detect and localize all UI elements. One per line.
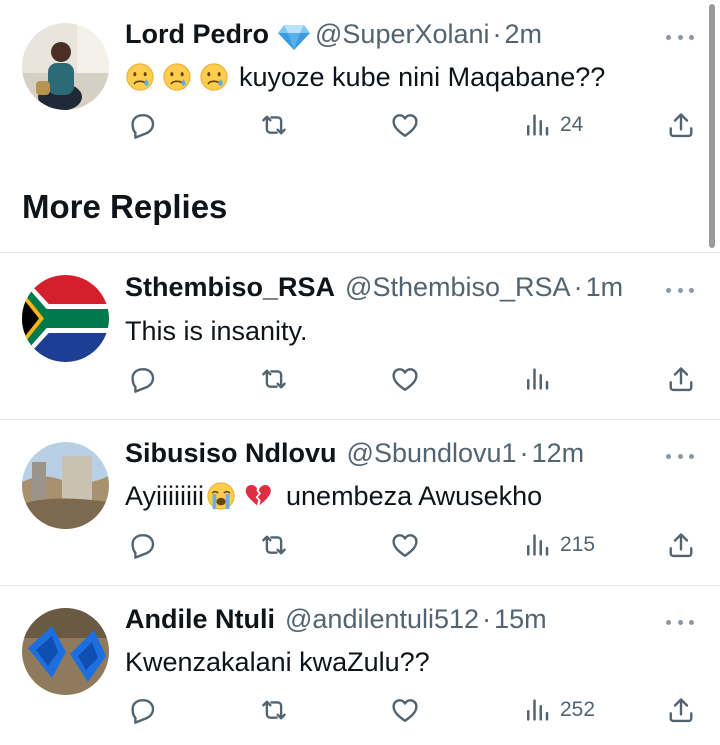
action-bar: 252	[0, 690, 720, 730]
user-handle[interactable]: @andilentuli512	[285, 604, 479, 635]
tweet-text: kuyoze kube nini Maqabane??	[125, 59, 605, 95]
user-handle[interactable]: @SuperXolani	[315, 19, 490, 50]
heart-icon	[390, 364, 420, 394]
like-button[interactable]	[390, 359, 420, 399]
avatar[interactable]	[22, 608, 109, 695]
user-handle[interactable]: @Sbundlovu1	[347, 438, 517, 469]
retweet-button[interactable]	[259, 105, 289, 145]
tweet-header: Andile Ntuli @andilentuli512 · 15m	[125, 604, 547, 640]
more-options-icon[interactable]	[666, 33, 694, 41]
crying-face-emoji	[199, 62, 229, 92]
retweet-icon	[259, 530, 289, 560]
views-button[interactable]: 252	[522, 690, 595, 730]
reply-tweet[interactable]: Andile Ntuli @andilentuli512 · 15m Kwenz…	[0, 586, 720, 745]
reply-button[interactable]	[127, 525, 157, 565]
tweet-header: Lord Pedro @SuperXolani · 2m	[125, 19, 542, 55]
heart-icon	[390, 110, 420, 140]
share-icon	[666, 110, 696, 140]
like-button[interactable]	[390, 525, 420, 565]
display-name[interactable]: Sthembiso_RSA	[125, 272, 335, 303]
avatar[interactable]	[22, 23, 109, 110]
separator-dot: ·	[573, 272, 583, 302]
timestamp[interactable]: 15m	[494, 604, 547, 635]
reply-icon	[127, 530, 157, 560]
views-icon	[522, 110, 552, 140]
reply-icon	[127, 364, 157, 394]
like-button[interactable]	[390, 105, 420, 145]
like-button[interactable]	[390, 690, 420, 730]
separator-dot: ·	[482, 604, 492, 634]
share-icon	[666, 364, 696, 394]
tweet-text: This is insanity.	[125, 313, 308, 349]
broken-heart-emoji	[243, 481, 273, 511]
reply-tweet[interactable]: Lord Pedro @SuperXolani · 2m kuyoze kube…	[0, 0, 720, 170]
share-icon	[666, 530, 696, 560]
reply-tweet[interactable]: Sthembiso_RSA @Sthembiso_RSA · 1m This i…	[0, 253, 720, 419]
crying-face-emoji	[125, 62, 155, 92]
views-button[interactable]: 24	[522, 105, 583, 145]
retweet-button[interactable]	[259, 525, 289, 565]
timestamp[interactable]: 2m	[505, 19, 543, 50]
retweet-icon	[259, 364, 289, 394]
crying-face-emoji	[162, 62, 192, 92]
reply-button[interactable]	[127, 105, 157, 145]
tweet-header: Sthembiso_RSA @Sthembiso_RSA · 1m	[125, 272, 623, 308]
heart-icon	[390, 695, 420, 725]
views-count: 24	[560, 113, 584, 136]
tweet-prefix: Ayiiiiiiii	[125, 480, 205, 511]
avatar[interactable]	[22, 275, 109, 362]
action-bar: 24	[0, 105, 720, 145]
separator-dot: ·	[492, 19, 502, 49]
views-count: 215	[560, 533, 596, 556]
tweet-body: kuyoze kube nini Maqabane??	[239, 61, 606, 92]
gem-icon	[277, 23, 311, 51]
retweet-button[interactable]	[259, 690, 289, 730]
more-options-icon[interactable]	[666, 286, 694, 294]
reply-button[interactable]	[127, 359, 157, 399]
views-icon	[522, 364, 552, 394]
tweet-header: Sibusiso Ndlovu @Sbundlovu1 · 12m	[125, 438, 584, 474]
retweet-icon	[259, 110, 289, 140]
tweet-body: unembeza Awusekho	[286, 480, 543, 511]
reply-icon	[127, 110, 157, 140]
views-button[interactable]	[522, 359, 560, 399]
reply-tweet[interactable]: Sibusiso Ndlovu @Sbundlovu1 · 12m Ayiiii…	[0, 420, 720, 586]
share-button[interactable]	[666, 359, 696, 399]
reply-button[interactable]	[127, 690, 157, 730]
share-button[interactable]	[666, 690, 696, 730]
retweet-icon	[259, 695, 289, 725]
loudly-crying-face-emoji	[206, 481, 236, 511]
retweet-button[interactable]	[259, 359, 289, 399]
section-title: More Replies	[22, 188, 228, 225]
share-button[interactable]	[666, 525, 696, 565]
tweet-text: Ayiiiiiiii unembeza Awusekho	[125, 478, 542, 514]
views-icon	[522, 695, 552, 725]
display-name[interactable]: Andile Ntuli	[125, 604, 275, 635]
tweet-body: This is insanity.	[125, 315, 308, 346]
heart-icon	[390, 530, 420, 560]
display-name[interactable]: Sibusiso Ndlovu	[125, 438, 337, 469]
reply-icon	[127, 695, 157, 725]
timestamp[interactable]: 12m	[532, 438, 585, 469]
action-bar: 215	[0, 525, 720, 565]
views-icon	[522, 530, 552, 560]
views-count: 252	[560, 698, 596, 721]
user-handle[interactable]: @Sthembiso_RSA	[345, 272, 571, 303]
more-options-icon[interactable]	[666, 452, 694, 460]
share-button[interactable]	[666, 105, 696, 145]
more-options-icon[interactable]	[666, 618, 694, 626]
avatar[interactable]	[22, 442, 109, 529]
share-icon	[666, 695, 696, 725]
views-button[interactable]: 215	[522, 525, 595, 565]
action-bar	[0, 359, 720, 399]
tweet-body: Kwenzakalani kwaZulu??	[125, 646, 430, 677]
display-name[interactable]: Lord Pedro	[125, 19, 269, 50]
tweet-text: Kwenzakalani kwaZulu??	[125, 644, 430, 680]
timestamp[interactable]: 1m	[586, 272, 624, 303]
separator-dot: ·	[519, 438, 529, 468]
